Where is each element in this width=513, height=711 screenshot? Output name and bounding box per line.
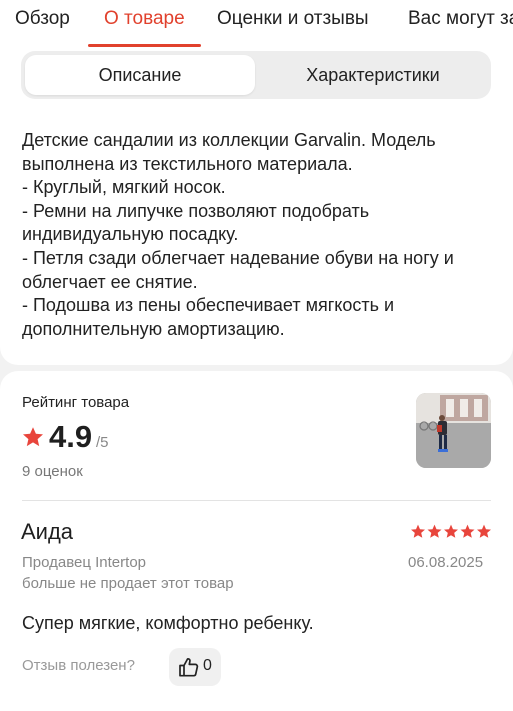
review-text: Супер мягкие, комфортно ребенку.	[22, 613, 314, 633]
rating-count: 9 оценок	[22, 463, 83, 480]
review-photo	[416, 393, 491, 468]
description-line: дополнительную амортизацию.	[22, 318, 285, 339]
tab-ratings-reviews[interactable]: Оценки и отзывы	[217, 8, 369, 30]
seller-note: больше не продает этот товар	[22, 575, 234, 592]
like-button[interactable]: 0	[169, 648, 221, 686]
rating-max: /5	[96, 434, 109, 451]
segment-characteristics[interactable]: Характеристики	[259, 55, 487, 95]
tab-about-product[interactable]: О товаре	[104, 8, 185, 30]
star-icon	[444, 524, 458, 538]
rating-value: 4.9	[49, 419, 93, 454]
active-tab-indicator	[88, 44, 201, 47]
review-photo-thumbnail[interactable]	[416, 393, 491, 468]
top-tab-bar: Обзор О товаре Оценки и отзывы Вас могут…	[0, 0, 513, 48]
description-line: - Ремни на липучке позволяют подобрать	[22, 200, 370, 221]
review-stars	[411, 524, 491, 538]
reviewer-name: Аида	[21, 519, 74, 544]
star-icon	[477, 524, 491, 538]
description-line: Детские сандалии из коллекции Garvalin. …	[22, 130, 436, 150]
star-icon	[460, 524, 475, 538]
description-line: облегчает ее снятие.	[22, 271, 198, 292]
segment-description[interactable]: Описание	[25, 55, 255, 95]
helpful-label: Отзыв полезен?	[22, 657, 135, 674]
description-line: - Петля сзади облегчает надевание обуви …	[22, 247, 454, 268]
product-description: Детские сандалии из коллекции Garvalin. …	[22, 129, 492, 341]
star-icon	[427, 524, 442, 538]
review-seller: Продавец Intertop	[22, 554, 146, 571]
thumbs-up-icon	[179, 658, 199, 677]
divider	[22, 500, 491, 501]
tab-you-may-like[interactable]: Вас могут за	[408, 8, 513, 30]
description-line: выполнена из текстильного материала.	[22, 153, 353, 174]
segmented-control: Описание Характеристики	[21, 51, 491, 99]
review-date: 06.08.2025	[408, 554, 484, 571]
tab-overview[interactable]: Обзор	[15, 8, 70, 30]
star-icon	[23, 427, 43, 447]
description-line: - Подошва из пены обеспечивает мягкость …	[22, 295, 395, 316]
star-icon	[411, 524, 425, 538]
rating-label: Рейтинг товара	[22, 394, 130, 411]
description-line: индивидуальную посадку.	[22, 224, 239, 245]
like-count: 0	[203, 657, 212, 674]
description-line: - Круглый, мягкий носок.	[22, 177, 226, 198]
